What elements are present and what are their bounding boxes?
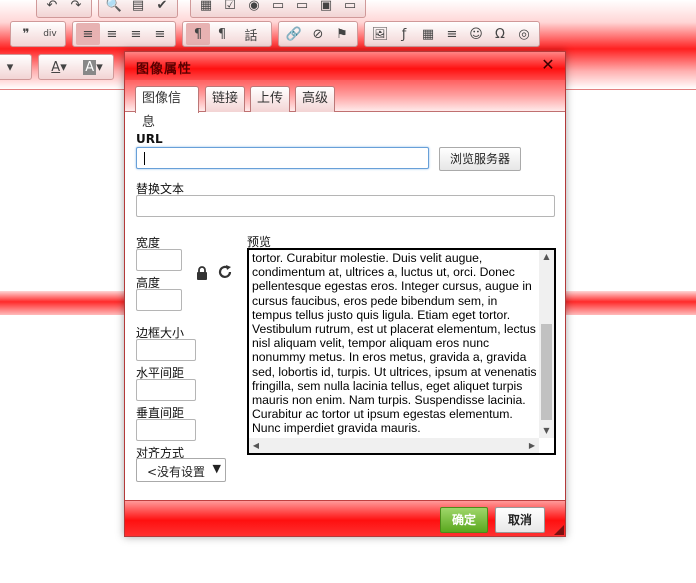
image-preview: tortor. Curabitur molestie. Duis velit a…	[247, 248, 556, 455]
iframe-icon[interactable]: ◎	[512, 23, 536, 45]
dialog-footer: 确定 取消	[125, 500, 565, 536]
ltr-icon[interactable]: ¶	[186, 23, 210, 45]
align-center-icon[interactable]: ≡	[100, 23, 124, 45]
url-label: URL	[136, 132, 163, 146]
unlink-icon[interactable]: ⊘	[306, 23, 330, 45]
block-group: ❞ div	[10, 21, 66, 47]
text-color-icon[interactable]: A ▾	[42, 56, 76, 78]
toolbar-row-3: ▾ A ▾ A ▾	[0, 53, 120, 81]
find-group: 🔍 ▤ ✔	[98, 0, 178, 18]
select-icon[interactable]: ▣	[314, 0, 338, 16]
vspace-input[interactable]	[136, 419, 196, 441]
image-properties-dialog: 图像属性 ✕ 图像信息 链接 上传 高级 URL 浏览服务器 替换文本 宽度 高…	[124, 51, 566, 537]
tab-image-info[interactable]: 图像信息	[135, 86, 199, 130]
preview-line: fringilla, sem nulla lacinia tellus, ege…	[252, 378, 523, 393]
preview-line: pellentesque egestas eros. Integer cursu…	[252, 279, 532, 294]
language-icon[interactable]: 話	[234, 23, 268, 45]
align-select[interactable]: <没有设置> ▼	[136, 458, 226, 482]
align-group: ≡ ≡ ≡ ≡	[72, 21, 176, 47]
preview-line: tortor. Curabitur molestie. Duis velit a…	[252, 251, 483, 265]
resize-handle[interactable]	[554, 525, 564, 535]
link-icon[interactable]: 🔗	[282, 23, 306, 45]
hspace-input[interactable]	[136, 379, 196, 401]
scroll-right-icon[interactable]: ▶	[525, 438, 539, 453]
textarea-icon[interactable]: ▭	[290, 0, 314, 16]
checkbox-icon[interactable]: ☑	[218, 0, 242, 16]
undo-redo-group: ↶ ↷	[36, 0, 92, 18]
preview-line: nonummy metus. In eros metus, gravida a,…	[252, 350, 527, 365]
preview-line: Vestibulum rutrum, est ut placerat eleme…	[252, 322, 536, 337]
horizontal-rule-icon[interactable]: ≡	[440, 23, 464, 45]
preview-vertical-scrollbar[interactable]: ▲ ▼	[539, 250, 554, 438]
dialog-tabs: 图像信息 链接 上传 高级	[125, 80, 565, 130]
preview-line: cursus faucibus, eros pede bibendum sem,…	[252, 293, 498, 308]
chevron-down-icon: ▼	[212, 462, 221, 475]
tab-link[interactable]: 链接	[205, 86, 245, 112]
form-icon[interactable]: ▦	[194, 0, 218, 16]
scroll-thumb[interactable]	[541, 324, 552, 420]
close-icon[interactable]: ✕	[539, 56, 557, 74]
tab-advanced[interactable]: 高级	[295, 86, 335, 112]
radio-icon[interactable]: ◉	[242, 0, 266, 16]
replace-icon[interactable]: ▤	[126, 0, 150, 16]
scroll-left-icon[interactable]: ◀	[249, 438, 263, 453]
align-left-icon[interactable]: ≡	[76, 23, 100, 45]
preview-line: Nunc imperdiet gravida mauris.	[252, 421, 421, 436]
preview-line: nisl aliquam velit, tempor aliquam eros …	[252, 336, 490, 351]
form-group: ▦ ☑ ◉ ▭ ▭ ▣ ▭	[190, 0, 366, 18]
redo-icon[interactable]: ↷	[64, 0, 88, 16]
align-selected-value: <没有设置>	[147, 465, 205, 479]
button-icon[interactable]: ▭	[338, 0, 362, 16]
direction-group: ¶ ¶ 話	[182, 21, 272, 47]
browse-server-button[interactable]: 浏览服务器	[439, 147, 521, 171]
chevron-down-icon: ▾	[6, 59, 14, 75]
flash-icon[interactable]: ƒ	[392, 23, 416, 45]
tab-upload[interactable]: 上传	[250, 86, 290, 112]
textfield-icon[interactable]: ▭	[266, 0, 290, 16]
special-char-icon[interactable]: Ω	[488, 23, 512, 45]
bg-color-icon[interactable]: A ▾	[76, 56, 110, 78]
toolbar-row-1: ↶ ↷ 🔍 ▤ ✔ ▦ ☑ ◉ ▭ ▭ ▣ ▭	[0, 0, 372, 19]
anchor-icon[interactable]: ⚑	[330, 23, 354, 45]
find-icon[interactable]: 🔍	[102, 0, 126, 16]
ok-button[interactable]: 确定	[440, 507, 488, 533]
height-input[interactable]	[136, 289, 182, 311]
align-right-icon[interactable]: ≡	[124, 23, 148, 45]
preview-text: tortor. Curabitur molestie. Duis velit a…	[252, 251, 540, 436]
table-icon[interactable]: ▦	[416, 23, 440, 45]
div-container-icon[interactable]: div	[38, 23, 62, 45]
dialog-titlebar[interactable]: 图像属性 ✕	[125, 52, 565, 80]
undo-icon[interactable]: ↶	[40, 0, 64, 16]
toolbar-row-2: ❞ div ≡ ≡ ≡ ≡ ¶ ¶ 話 🔗 ⊘ ⚑ 🖼 ƒ ▦ ≡ ☺ Ω ◎	[0, 20, 546, 48]
scroll-up-icon[interactable]: ▲	[539, 250, 554, 264]
lock-ratio-icon[interactable]	[195, 266, 209, 280]
blockquote-icon[interactable]: ❞	[14, 23, 38, 45]
smiley-icon[interactable]: ☺	[464, 23, 488, 45]
alt-text-input[interactable]	[136, 195, 555, 217]
spellcheck-icon[interactable]: ✔	[150, 0, 174, 16]
width-input[interactable]	[136, 249, 182, 271]
insert-group: 🖼 ƒ ▦ ≡ ☺ Ω ◎	[364, 21, 540, 47]
preview-horizontal-scrollbar[interactable]: ◀ ▶	[249, 438, 539, 453]
preview-line: sed, lobortis id, turpis. Ut ultrices, i…	[252, 364, 537, 379]
rtl-icon[interactable]: ¶	[210, 23, 234, 45]
format-combo-tail[interactable]: ▾	[0, 54, 32, 80]
align-justify-icon[interactable]: ≡	[148, 23, 172, 45]
link-group: 🔗 ⊘ ⚑	[278, 21, 358, 47]
reset-size-icon[interactable]	[217, 264, 233, 280]
text-caret	[144, 152, 145, 165]
preview-line: mauris non enim. Nam turpis. Suspendisse…	[252, 393, 526, 408]
preview-line: tempus tellus justo quis ligula. Etiam e…	[252, 307, 511, 322]
color-group: A ▾ A ▾	[38, 54, 114, 80]
border-input[interactable]	[136, 339, 196, 361]
cancel-button[interactable]: 取消	[495, 507, 545, 533]
preview-line: Curabitur ac tortor ut ipsum egestas ele…	[252, 407, 513, 422]
image-icon[interactable]: 🖼	[368, 23, 392, 45]
scroll-down-icon[interactable]: ▼	[539, 424, 554, 438]
dialog-title: 图像属性	[136, 62, 193, 77]
preview-line: condimentum at, ultrices a, luctus ut, o…	[252, 265, 515, 280]
url-input[interactable]	[136, 147, 429, 169]
